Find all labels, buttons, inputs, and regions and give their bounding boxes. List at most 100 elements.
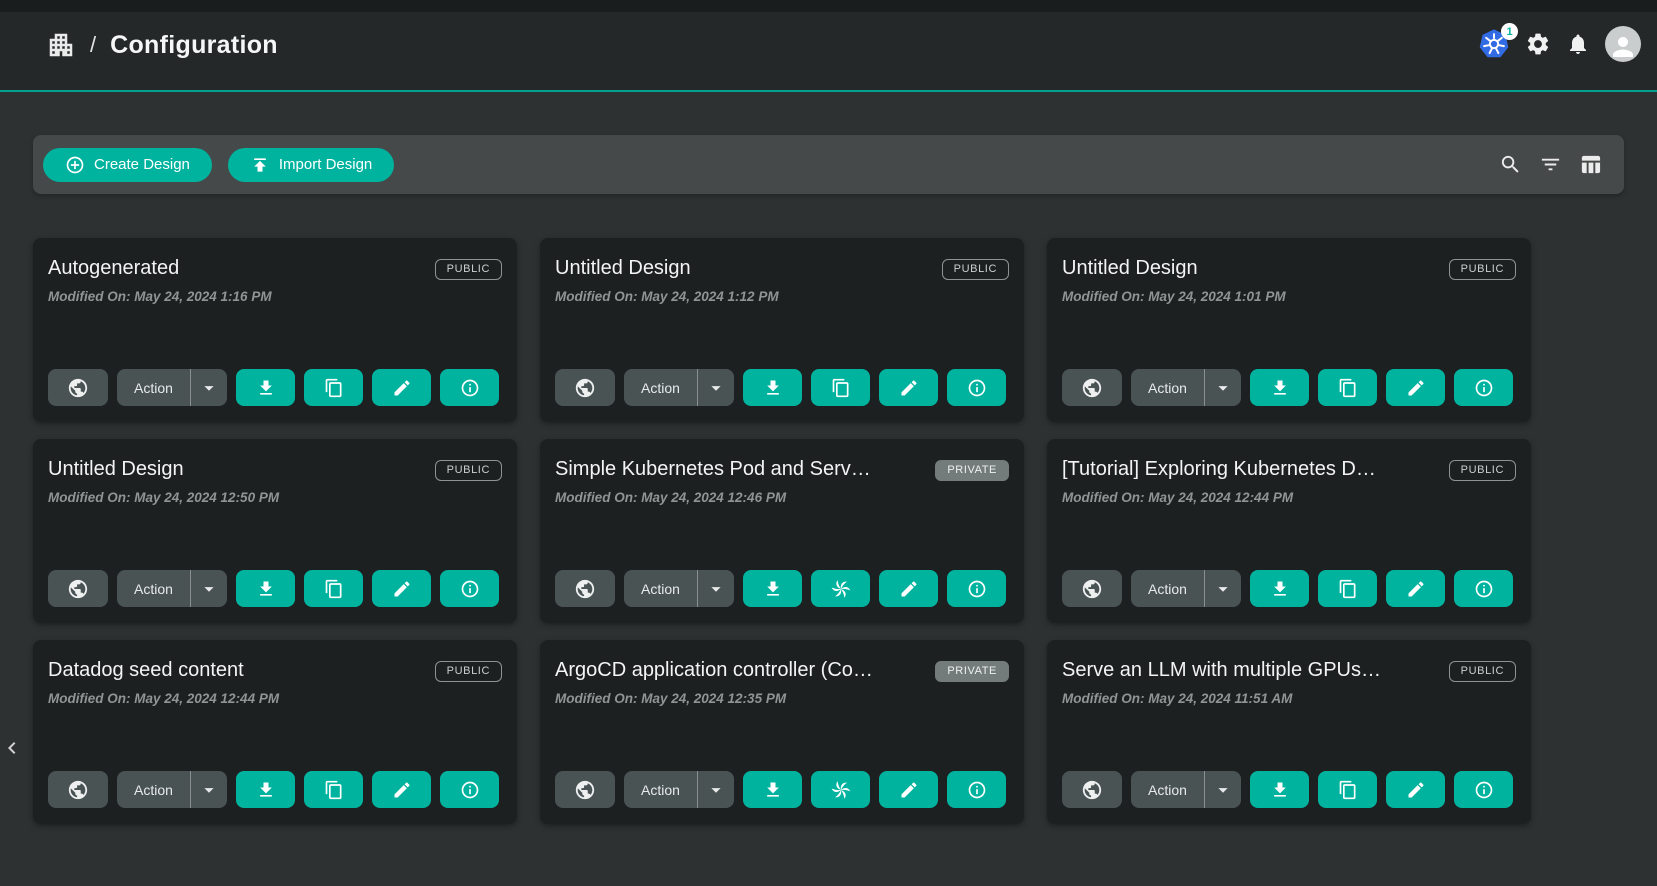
- design-card[interactable]: Untitled Design PUBLIC Modified On: May …: [1047, 238, 1531, 422]
- edit-button[interactable]: [372, 369, 431, 406]
- clone-button[interactable]: [1318, 771, 1377, 808]
- action-split-button[interactable]: Action: [1131, 771, 1241, 808]
- download-button[interactable]: [743, 771, 802, 808]
- download-button[interactable]: [743, 369, 802, 406]
- info-button[interactable]: [1454, 369, 1513, 406]
- caret-down-icon[interactable]: [191, 377, 227, 399]
- visibility-button[interactable]: [1062, 369, 1122, 406]
- download-button[interactable]: [236, 771, 295, 808]
- info-button[interactable]: [947, 369, 1006, 406]
- globe-icon: [1081, 578, 1103, 600]
- edit-button[interactable]: [879, 771, 938, 808]
- info-button[interactable]: [440, 369, 499, 406]
- caret-down-icon[interactable]: [698, 779, 734, 801]
- info-button[interactable]: [947, 570, 1006, 607]
- caret-down-icon[interactable]: [1205, 578, 1241, 600]
- design-card[interactable]: ArgoCD application controller (Co… PRIVA…: [540, 640, 1024, 824]
- pencil-icon: [1406, 378, 1426, 398]
- edit-button[interactable]: [372, 771, 431, 808]
- caret-down-icon[interactable]: [698, 578, 734, 600]
- download-button[interactable]: [743, 570, 802, 607]
- clone-button[interactable]: [304, 570, 363, 607]
- download-button[interactable]: [1250, 771, 1309, 808]
- visibility-button[interactable]: [48, 570, 108, 607]
- modified-timestamp: Modified On: May 24, 2024 11:51 AM: [1062, 691, 1516, 706]
- visibility-button[interactable]: [1062, 570, 1122, 607]
- design-card[interactable]: Simple Kubernetes Pod and Serv… PRIVATE …: [540, 439, 1024, 623]
- action-split-button[interactable]: Action: [624, 771, 734, 808]
- caret-down-icon[interactable]: [191, 578, 227, 600]
- visibility-button[interactable]: [555, 369, 615, 406]
- action-split-button[interactable]: Action: [624, 570, 734, 607]
- card-header: Simple Kubernetes Pod and Serv… PRIVATE: [555, 458, 1009, 481]
- action-split-button[interactable]: Action: [117, 570, 227, 607]
- clone-button[interactable]: [1318, 369, 1377, 406]
- info-icon: [460, 378, 480, 398]
- pencil-icon: [392, 378, 412, 398]
- clone-button[interactable]: [304, 369, 363, 406]
- edit-button[interactable]: [879, 369, 938, 406]
- clone-button[interactable]: [1318, 570, 1377, 607]
- building-icon[interactable]: [46, 30, 76, 60]
- visibility-button[interactable]: [555, 570, 615, 607]
- caret-down-icon[interactable]: [1205, 377, 1241, 399]
- download-button[interactable]: [1250, 570, 1309, 607]
- notifications-button[interactable]: [1566, 32, 1590, 56]
- card-action-row: Action: [1062, 570, 1516, 607]
- visibility-button[interactable]: [1062, 771, 1122, 808]
- modified-timestamp: Modified On: May 24, 2024 12:46 PM: [555, 490, 1009, 505]
- create-design-button[interactable]: Create Design: [43, 148, 212, 182]
- design-card[interactable]: Serve an LLM with multiple GPUs… PUBLIC …: [1047, 640, 1531, 824]
- user-avatar[interactable]: [1605, 26, 1641, 62]
- globe-icon: [574, 578, 596, 600]
- edit-button[interactable]: [879, 570, 938, 607]
- visibility-button[interactable]: [48, 771, 108, 808]
- caret-down-icon[interactable]: [1205, 779, 1241, 801]
- edit-button[interactable]: [1386, 570, 1445, 607]
- visibility-button[interactable]: [48, 369, 108, 406]
- design-card[interactable]: Autogenerated PUBLIC Modified On: May 24…: [33, 238, 517, 422]
- design-title: Autogenerated: [48, 257, 179, 280]
- clone-button[interactable]: [811, 771, 870, 808]
- search-icon[interactable]: [1499, 153, 1522, 176]
- action-split-button[interactable]: Action: [1131, 570, 1241, 607]
- download-button[interactable]: [1250, 369, 1309, 406]
- download-button[interactable]: [236, 369, 295, 406]
- kubernetes-context-button[interactable]: 1: [1478, 28, 1510, 60]
- info-button[interactable]: [440, 570, 499, 607]
- info-button[interactable]: [1454, 570, 1513, 607]
- visibility-badge: PUBLIC: [435, 661, 502, 682]
- settings-button[interactable]: [1525, 31, 1551, 57]
- info-button[interactable]: [440, 771, 499, 808]
- edit-button[interactable]: [1386, 369, 1445, 406]
- caret-down-icon[interactable]: [698, 377, 734, 399]
- info-button[interactable]: [947, 771, 1006, 808]
- table-view-icon[interactable]: [1579, 153, 1602, 176]
- clone-button[interactable]: [811, 369, 870, 406]
- filter-icon[interactable]: [1539, 153, 1562, 176]
- action-split-button[interactable]: Action: [117, 369, 227, 406]
- action-button-label: Action: [1131, 380, 1204, 396]
- action-split-button[interactable]: Action: [624, 369, 734, 406]
- import-design-button[interactable]: Import Design: [228, 148, 394, 182]
- clone-button[interactable]: [304, 771, 363, 808]
- info-icon: [460, 780, 480, 800]
- action-split-button[interactable]: Action: [1131, 369, 1241, 406]
- visibility-button[interactable]: [555, 771, 615, 808]
- pencil-icon: [1406, 579, 1426, 599]
- edit-button[interactable]: [372, 570, 431, 607]
- design-card[interactable]: Untitled Design PUBLIC Modified On: May …: [540, 238, 1024, 422]
- download-button[interactable]: [236, 570, 295, 607]
- action-split-button[interactable]: Action: [117, 771, 227, 808]
- sidebar-collapse-toggle[interactable]: [0, 734, 24, 762]
- design-title: [Tutorial] Exploring Kubernetes D…: [1062, 458, 1376, 481]
- design-card[interactable]: Datadog seed content PUBLIC Modified On:…: [33, 640, 517, 824]
- design-card[interactable]: Untitled Design PUBLIC Modified On: May …: [33, 439, 517, 623]
- info-button[interactable]: [1454, 771, 1513, 808]
- clone-button[interactable]: [811, 570, 870, 607]
- design-card[interactable]: [Tutorial] Exploring Kubernetes D… PUBLI…: [1047, 439, 1531, 623]
- visibility-badge: PUBLIC: [942, 259, 1009, 280]
- action-button-label: Action: [1131, 782, 1204, 798]
- caret-down-icon[interactable]: [191, 779, 227, 801]
- edit-button[interactable]: [1386, 771, 1445, 808]
